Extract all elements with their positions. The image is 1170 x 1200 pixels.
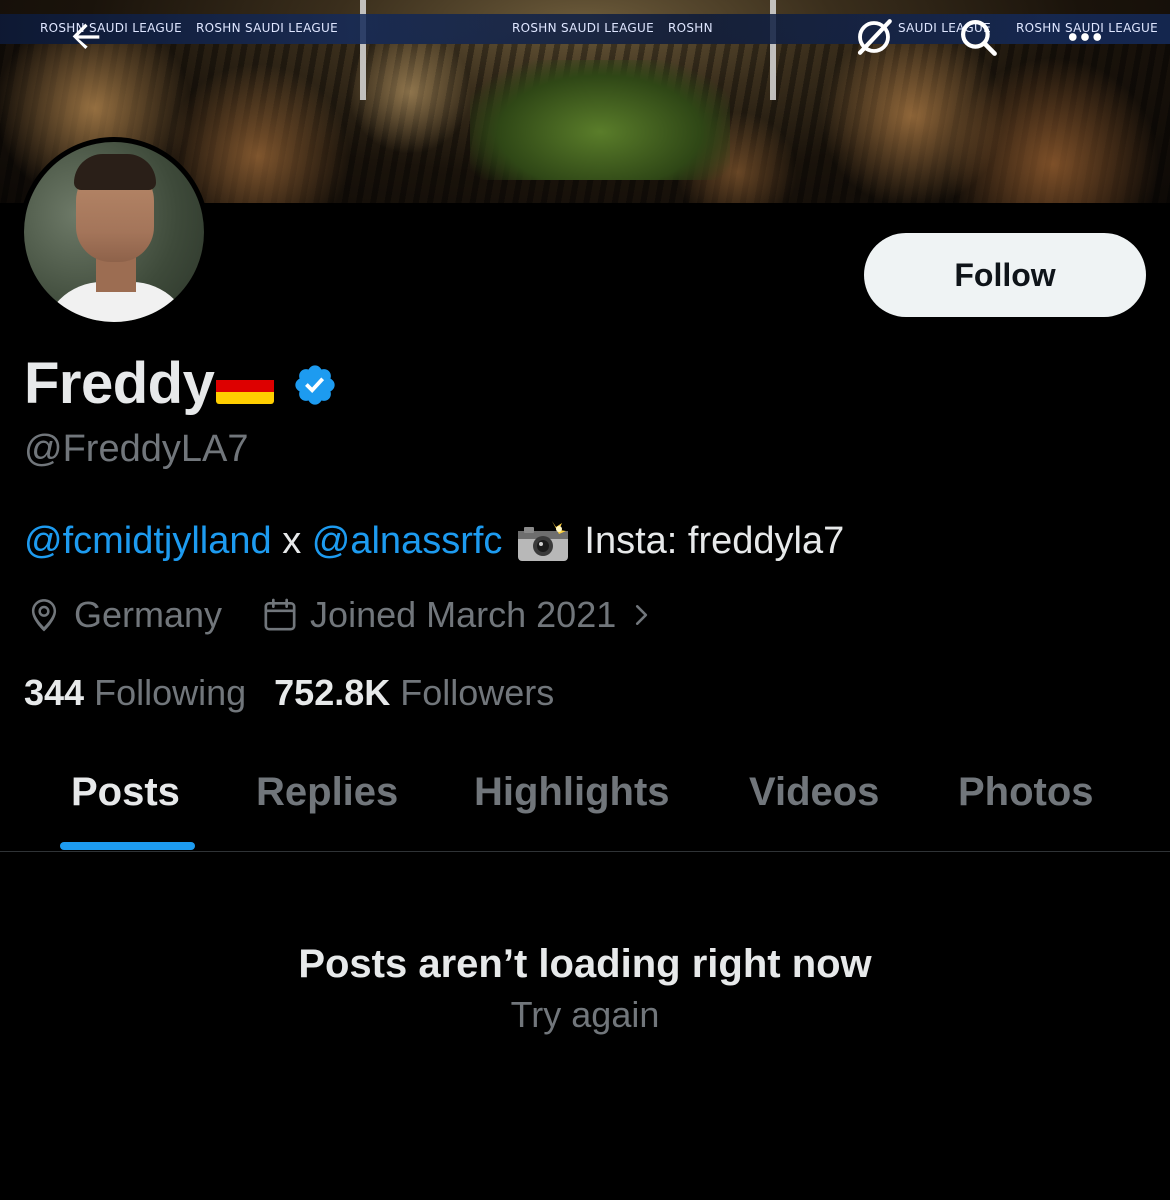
avatar-photo	[24, 142, 204, 322]
display-name: Freddy	[24, 350, 215, 416]
followers-count: 752.8K	[274, 672, 391, 713]
profile-meta: Germany Joined March 2021	[24, 590, 654, 640]
more-button[interactable]	[1057, 9, 1113, 65]
location-pin-icon	[31, 599, 57, 632]
joined-date-item[interactable]: Joined March 2021	[260, 594, 654, 636]
tab-posts[interactable]: Posts	[71, 770, 180, 815]
camera-flash-icon	[518, 520, 569, 561]
arrow-left-icon	[72, 23, 100, 49]
grok-button[interactable]	[846, 9, 902, 65]
follow-button[interactable]: Follow	[864, 233, 1146, 317]
active-tab-indicator	[60, 842, 195, 850]
tab-highlights[interactable]: Highlights	[474, 770, 670, 815]
bio-instagram-text: Insta: freddyla7	[584, 520, 845, 562]
tab-videos[interactable]: Videos	[749, 770, 879, 815]
tab-photos[interactable]: Photos	[958, 770, 1094, 815]
location-item: Germany	[24, 594, 222, 636]
profile-stats: 344 Following 752.8K Followers	[24, 668, 554, 718]
more-horizontal-icon	[1068, 33, 1102, 41]
search-icon	[961, 20, 997, 56]
try-again-button[interactable]: Try again	[0, 994, 1170, 1036]
profile-bio: @fcmidtjylland x @alnassrfc Insta: fredd…	[24, 520, 844, 563]
verified-badge-icon[interactable]	[292, 362, 338, 408]
tab-replies[interactable]: Replies	[256, 770, 398, 815]
profile-handle: @FreddyLA7	[24, 428, 249, 470]
banner-ad-text: ROSHN	[668, 21, 713, 35]
followers-label: Followers	[400, 672, 555, 713]
chevron-right-icon	[636, 605, 648, 625]
following-count: 344	[24, 672, 85, 713]
profile-tabs: Posts Replies Highlights Videos Photos	[0, 740, 1170, 852]
grok-icon	[857, 19, 892, 55]
banner-ad-text: ROSHN SAUDI LEAGUE	[196, 21, 338, 35]
bio-mention-link[interactable]: @fcmidtjylland	[24, 520, 272, 563]
avatar-hair	[74, 154, 156, 190]
banner-ad-text: ROSHN SAUDI LEAGUE	[512, 21, 654, 35]
bio-mention-link[interactable]: @alnassrfc	[312, 520, 503, 563]
posts-error-title: Posts aren’t loading right now	[298, 942, 872, 986]
joined-date-text: Joined March 2021	[310, 594, 617, 635]
following-label: Following	[94, 672, 247, 713]
profile-avatar[interactable]	[19, 137, 209, 327]
followers-link[interactable]: 752.8K Followers	[274, 672, 554, 714]
back-button[interactable]	[58, 9, 114, 65]
search-button[interactable]	[950, 9, 1006, 65]
following-link[interactable]: 344 Following	[24, 672, 246, 714]
location-text: Germany	[74, 594, 223, 635]
banner-pitch	[470, 60, 730, 180]
profile-name-row: Freddy	[24, 348, 338, 418]
bio-separator: x	[271, 520, 312, 562]
calendar-icon	[264, 598, 296, 631]
germany-flag-icon	[216, 368, 275, 404]
